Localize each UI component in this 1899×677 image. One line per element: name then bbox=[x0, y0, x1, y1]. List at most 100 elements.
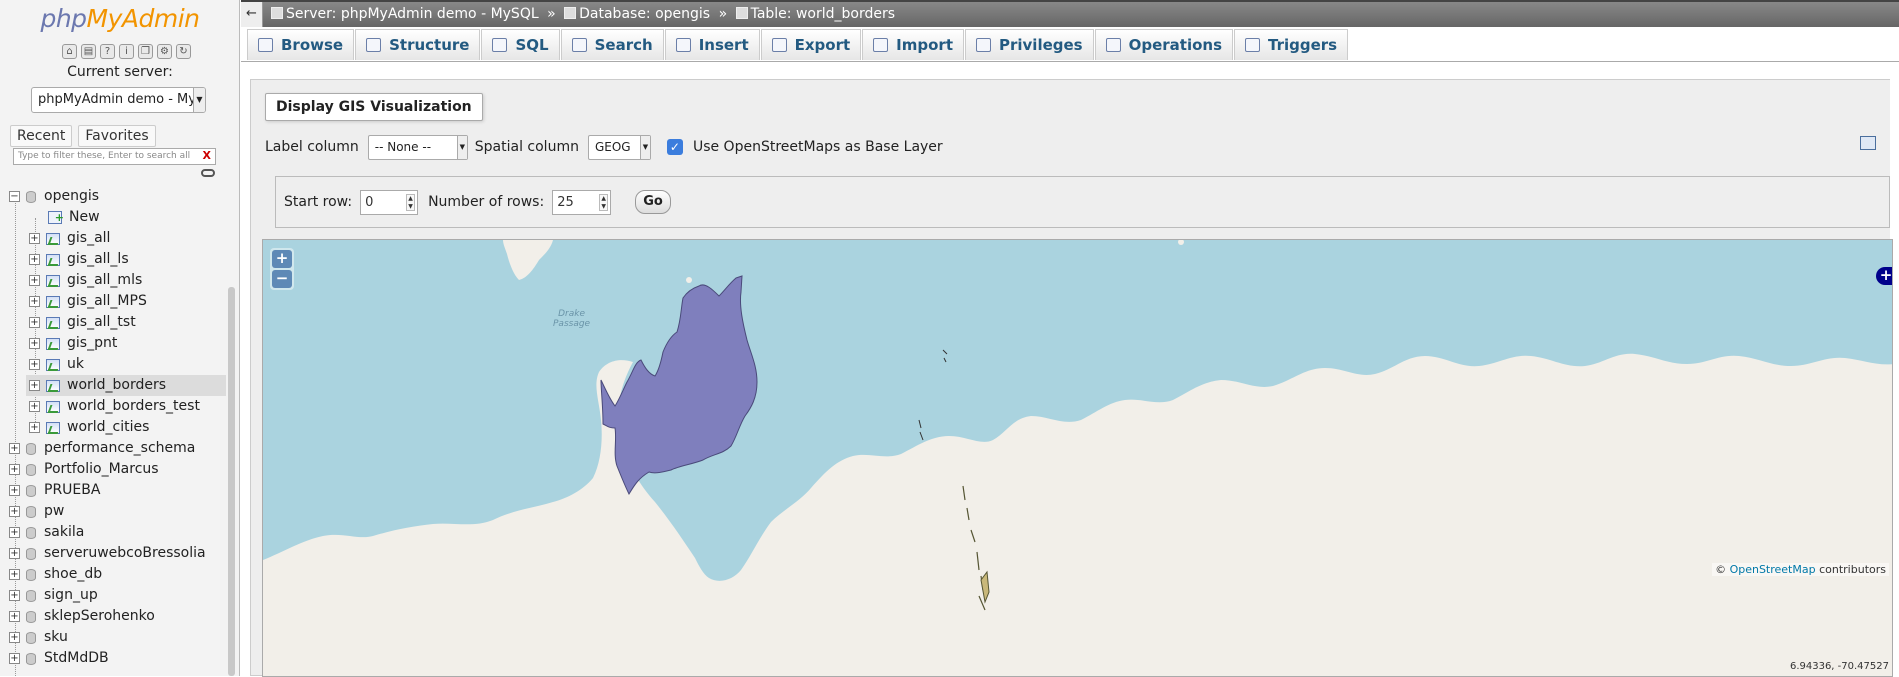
database-icon bbox=[26, 505, 36, 518]
tree-new-table[interactable]: New bbox=[48, 207, 100, 228]
tree-table-label: gis_pnt bbox=[67, 335, 118, 351]
layer-switcher-button[interactable]: + bbox=[1876, 267, 1892, 285]
expand-icon[interactable]: + bbox=[9, 632, 20, 643]
tab-import[interactable]: Import bbox=[862, 29, 964, 60]
tab-triggers[interactable]: Triggers bbox=[1234, 29, 1349, 60]
tree-db-opengis[interactable]: − opengis bbox=[9, 186, 99, 207]
db-filter-input[interactable]: Type to filter these, Enter to search al… bbox=[13, 148, 216, 165]
tree-db-item[interactable]: + Portfolio_Marcus bbox=[9, 459, 159, 480]
expand-icon[interactable]: + bbox=[29, 296, 40, 307]
zoom-out-button[interactable]: − bbox=[272, 270, 292, 288]
spinner-icon[interactable]: ▲ ▼ bbox=[599, 193, 609, 211]
table-icon bbox=[735, 7, 748, 19]
expand-icon[interactable]: + bbox=[29, 275, 40, 286]
start-row-input[interactable]: 0 ▲ ▼ bbox=[360, 189, 419, 215]
go-button[interactable]: Go bbox=[635, 190, 671, 214]
collapse-nav-button[interactable]: ← bbox=[241, 2, 263, 27]
tree-table-item[interactable]: + gis_all bbox=[29, 228, 110, 249]
menu-tab-label: Browse bbox=[281, 36, 344, 54]
tree-db-label: performance_schema bbox=[44, 440, 196, 456]
tab-recent[interactable]: Recent bbox=[10, 125, 73, 147]
breadcrumb-server[interactable]: Server: phpMyAdmin demo - MySQL bbox=[286, 6, 539, 22]
tree-table-item[interactable]: + world_borders bbox=[26, 375, 226, 396]
tab-search[interactable]: Search bbox=[560, 29, 664, 60]
home-icon[interactable]: ⌂ bbox=[62, 44, 77, 59]
expand-icon[interactable]: + bbox=[9, 611, 20, 622]
breadcrumb-table[interactable]: Table: world_borders bbox=[751, 6, 895, 22]
expand-icon[interactable]: + bbox=[9, 548, 20, 559]
tree-table-item[interactable]: + uk bbox=[29, 354, 84, 375]
docs-icon[interactable]: i bbox=[119, 44, 134, 59]
tab-insert[interactable]: Insert bbox=[664, 29, 760, 60]
tree-db-item[interactable]: + shoe_db bbox=[9, 564, 102, 585]
tree-table-item[interactable]: + gis_pnt bbox=[29, 333, 117, 354]
tree-table-item[interactable]: + world_cities bbox=[29, 417, 149, 438]
tree-db-item[interactable]: + sakila bbox=[9, 522, 84, 543]
server-select[interactable]: phpMyAdmin demo - MySQL ▼ bbox=[31, 87, 206, 113]
expand-icon[interactable]: + bbox=[9, 443, 20, 454]
expand-icon[interactable]: + bbox=[29, 401, 40, 412]
zoom-in-button[interactable]: + bbox=[272, 250, 292, 268]
expand-icon[interactable]: + bbox=[29, 254, 40, 265]
spinner-icon[interactable]: ▲ ▼ bbox=[406, 193, 416, 211]
tree-db-label: sakila bbox=[44, 524, 85, 540]
label-column-select[interactable]: -- None -- ▼ bbox=[367, 134, 468, 160]
filter-clear-button[interactable]: X bbox=[203, 149, 211, 162]
tree-db-label: shoe_db bbox=[44, 566, 103, 582]
expand-icon[interactable]: + bbox=[9, 653, 20, 664]
expand-icon[interactable]: + bbox=[29, 380, 40, 391]
spatial-column-select[interactable]: GEOG ▼ bbox=[587, 134, 651, 160]
tree-db-item[interactable]: + StdMdDB bbox=[9, 648, 109, 669]
tree-db-item[interactable]: + sku bbox=[9, 627, 68, 648]
database-icon bbox=[26, 547, 36, 560]
help-icon[interactable]: ? bbox=[100, 44, 115, 59]
copy-icon[interactable]: ❐ bbox=[138, 44, 153, 59]
gear-icon[interactable]: ⚙ bbox=[157, 44, 172, 59]
expand-icon[interactable]: + bbox=[9, 569, 20, 580]
gis-map[interactable]: Drake Passage + − + © OpenStreetMap contr… bbox=[262, 239, 1893, 677]
land-islet bbox=[1178, 240, 1184, 245]
tab-export[interactable]: Export bbox=[760, 29, 862, 60]
logout-icon[interactable]: ▤ bbox=[81, 44, 96, 59]
land-islet bbox=[686, 277, 692, 283]
tree-table-item[interactable]: + gis_all_mls bbox=[29, 270, 142, 291]
expand-icon[interactable]: + bbox=[29, 359, 40, 370]
expand-icon[interactable]: + bbox=[9, 506, 20, 517]
tree-db-item[interactable]: + PRUEBA bbox=[9, 480, 100, 501]
tree-db-item[interactable]: + serveruwebcoBressolia bbox=[9, 543, 206, 564]
expand-icon[interactable]: + bbox=[9, 527, 20, 538]
tree-table-item[interactable]: + world_borders_test bbox=[29, 396, 200, 417]
link-with-main-icon[interactable] bbox=[201, 169, 215, 177]
expand-icon[interactable]: + bbox=[9, 485, 20, 496]
tab-privileges[interactable]: Privileges bbox=[965, 29, 1094, 60]
expand-icon[interactable]: + bbox=[9, 590, 20, 601]
tab-favorites[interactable]: Favorites bbox=[78, 125, 156, 147]
expand-icon[interactable]: + bbox=[29, 338, 40, 349]
phpmyadmin-logo[interactable]: phpMyAdmin bbox=[0, 4, 239, 33]
tree-db-item[interactable]: + sign_up bbox=[9, 585, 98, 606]
tree-db-item[interactable]: + performance_schema bbox=[9, 438, 195, 459]
save-image-icon[interactable] bbox=[1860, 136, 1876, 150]
nav-scrollbar[interactable] bbox=[228, 287, 235, 676]
osm-attribution-link[interactable]: OpenStreetMap bbox=[1730, 563, 1816, 576]
tree-table-item[interactable]: + gis_all_tst bbox=[29, 312, 136, 333]
tree-db-item[interactable]: + pw bbox=[9, 501, 64, 522]
tree-db-item[interactable]: + sklepSerohenko bbox=[9, 606, 155, 627]
tree-table-item[interactable]: + gis_all_ls bbox=[29, 249, 129, 270]
tree-table-item[interactable]: + gis_all_MPS bbox=[29, 291, 147, 312]
reload-icon[interactable]: ↻ bbox=[176, 44, 191, 59]
num-rows-input[interactable]: 25 ▲ ▼ bbox=[552, 189, 612, 215]
tab-browse[interactable]: Browse bbox=[247, 29, 355, 60]
tab-structure[interactable]: Structure bbox=[355, 29, 481, 60]
expand-icon[interactable]: + bbox=[29, 233, 40, 244]
tab-sql[interactable]: SQL bbox=[481, 29, 560, 60]
collapse-icon[interactable]: − bbox=[9, 191, 20, 202]
expand-icon[interactable]: + bbox=[9, 464, 20, 475]
expand-icon[interactable]: + bbox=[29, 317, 40, 328]
tab-operations[interactable]: Operations bbox=[1094, 29, 1234, 60]
osm-base-layer-checkbox[interactable]: ✓ bbox=[666, 139, 683, 155]
breadcrumb-database[interactable]: Database: opengis bbox=[579, 6, 710, 22]
map-feature-dash bbox=[918, 419, 924, 441]
copyright-symbol: © bbox=[1715, 563, 1727, 576]
expand-icon[interactable]: + bbox=[29, 422, 40, 433]
